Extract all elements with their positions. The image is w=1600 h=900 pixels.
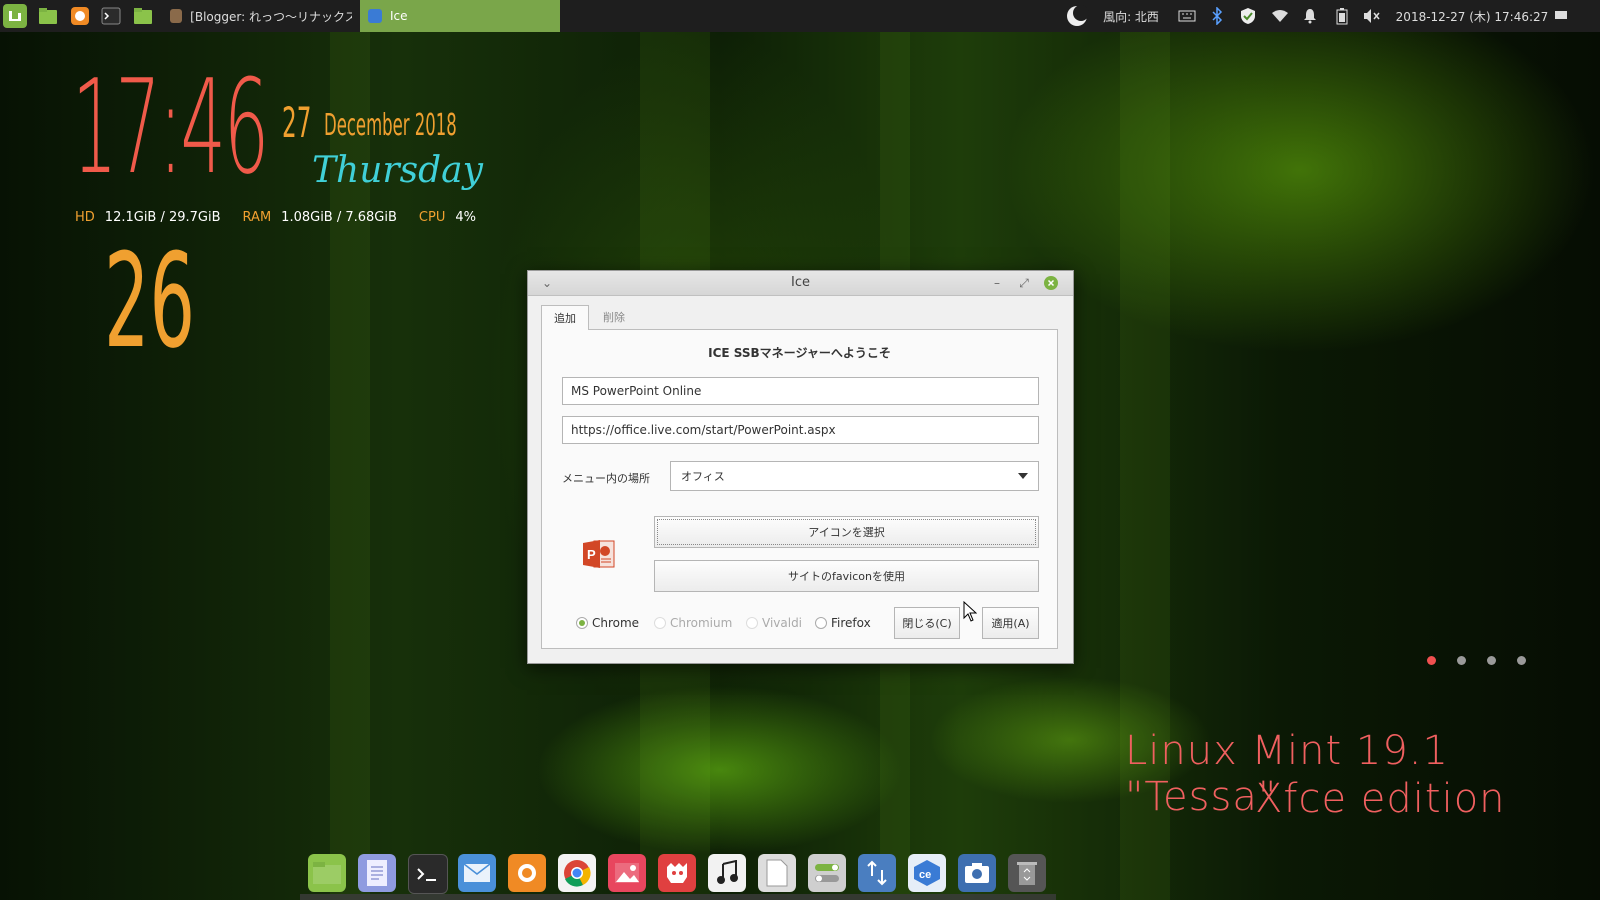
radio-label: Firefox [831,616,871,630]
chrome-icon[interactable] [558,854,596,892]
powerpoint-icon: P [582,537,616,574]
radio-dot [654,617,666,629]
shield-icon[interactable] [1236,0,1260,32]
music-player-icon[interactable] [708,854,746,892]
bluetooth-icon[interactable] [1205,0,1229,32]
weather-wind: 風向: 北西 [1103,9,1159,24]
ram-value: 1.08GiB / 7.68GiB [281,210,397,225]
conky-week-number: 26 [104,225,195,377]
close-icon[interactable] [1042,274,1060,292]
notification-bell-icon[interactable] [1298,0,1322,32]
url-input[interactable]: https://office.live.com/start/PowerPoint… [562,416,1039,444]
mail-icon[interactable] [458,854,496,892]
radio-dot [746,617,758,629]
conky-day: 27 [282,98,312,147]
folder-launcher-icon[interactable] [131,4,155,28]
ram-label: RAM [242,210,272,225]
workspace-dot-1[interactable] [1427,656,1436,665]
trash-icon[interactable] [1008,854,1046,892]
app-name-input[interactable]: MS PowerPoint Online [562,377,1039,405]
radio-firefox[interactable]: Firefox [815,616,871,630]
radio-chrome[interactable]: Chrome [576,616,639,630]
workspace-dot-4[interactable] [1517,656,1526,665]
ice-icon [368,9,382,23]
screenshot-icon[interactable] [958,854,996,892]
location-selected: オフィス [681,470,725,483]
radio-label: Chromium [670,616,733,630]
volume-muted-icon[interactable] [1360,0,1384,32]
files-icon[interactable] [308,854,346,892]
task-blogger[interactable]: [Blogger: れっつ～リナックス! ... [162,0,360,32]
svg-text:P: P [587,547,596,562]
settings-toggle-icon[interactable] [808,854,846,892]
minimize-icon[interactable]: – [988,274,1006,292]
maximize-icon[interactable]: ⤢ [1015,274,1033,292]
conky-stats: HD 12.1GiB / 29.7GiB RAM 1.08GiB / 7.68G… [75,210,476,225]
firefox-icon [170,9,183,23]
image-viewer-icon[interactable] [608,854,646,892]
keyboard-icon[interactable] [1175,0,1199,32]
svg-text:ce: ce [919,869,931,881]
radio-vivaldi[interactable]: Vivaldi [746,616,802,630]
top-panel: [Blogger: れっつ～リナックス! ... Ice 風向: 北西 2018… [0,0,1600,32]
update-manager-icon[interactable] [858,854,896,892]
firefox-icon[interactable] [508,854,546,892]
ice-dialog: ⌄ Ice – ⤢ 追加 削除 ICE SSBマネージャーへようこそ MS Po… [527,270,1074,664]
ice-app-icon[interactable]: ce [908,854,946,892]
clock[interactable]: 2018-12-27 (木) 17:46:27 [1392,0,1552,32]
workspace-dot-2[interactable] [1457,656,1466,665]
use-favicon-button[interactable]: サイトのfaviconを使用 [654,560,1039,592]
gimp-icon[interactable] [658,854,696,892]
apply-button[interactable]: 適用(A) [982,607,1039,639]
select-icon-button[interactable]: アイコンを選択 [654,516,1039,548]
edition-subtitle: Xfce edition [1255,776,1506,822]
hd-label: HD [75,210,95,225]
mouse-cursor-icon [963,601,977,622]
location-label: メニュー内の場所 [562,472,650,485]
dock: ce [300,850,1056,900]
cpu-value: 4% [455,210,476,225]
weather-icon[interactable] [1062,0,1092,32]
cpu-label: CPU [418,210,446,225]
conky-month-year: December 2018 [324,108,457,143]
radio-label: Chrome [592,616,640,630]
text-editor-icon[interactable] [358,854,396,892]
close-button[interactable]: 閉じる(C) [894,607,960,639]
show-desktop-icon[interactable] [1550,0,1572,32]
conky-time: 17:46 [72,51,269,203]
welcome-heading: ICE SSBマネージャーへようこそ [708,346,891,360]
tab-panel-add: ICE SSBマネージャーへようこそ MS PowerPoint Online … [541,329,1058,649]
chevron-down-icon [1018,473,1028,479]
workspace-dot-3[interactable] [1487,656,1496,665]
document-icon[interactable] [758,854,796,892]
dialog-titlebar[interactable]: ⌄ Ice – ⤢ [528,271,1073,296]
location-dropdown[interactable]: オフィス [670,461,1039,491]
task-label: [Blogger: れっつ～リナックス! ... [190,9,352,24]
file-manager-icon[interactable] [36,4,60,28]
radio-dot [815,617,827,629]
hd-value: 12.1GiB / 29.7GiB [104,210,221,225]
radio-dot [576,617,588,629]
terminal-launcher-icon[interactable] [99,4,123,28]
tab-add[interactable]: 追加 [541,305,589,330]
radio-chromium[interactable]: Chromium [654,616,732,630]
conky-weekday: Thursday [312,150,483,191]
terminal-icon[interactable] [408,854,448,894]
battery-icon[interactable] [1330,0,1354,32]
wifi-icon[interactable] [1268,0,1292,32]
task-label: Ice [390,9,408,23]
firefox-launcher-icon[interactable] [68,4,92,28]
tab-remove[interactable]: 削除 [592,305,636,329]
radio-label: Vivaldi [762,616,803,630]
dock-shelf [300,894,1056,900]
task-ice[interactable]: Ice [360,0,560,32]
mint-menu-icon[interactable] [3,4,27,28]
